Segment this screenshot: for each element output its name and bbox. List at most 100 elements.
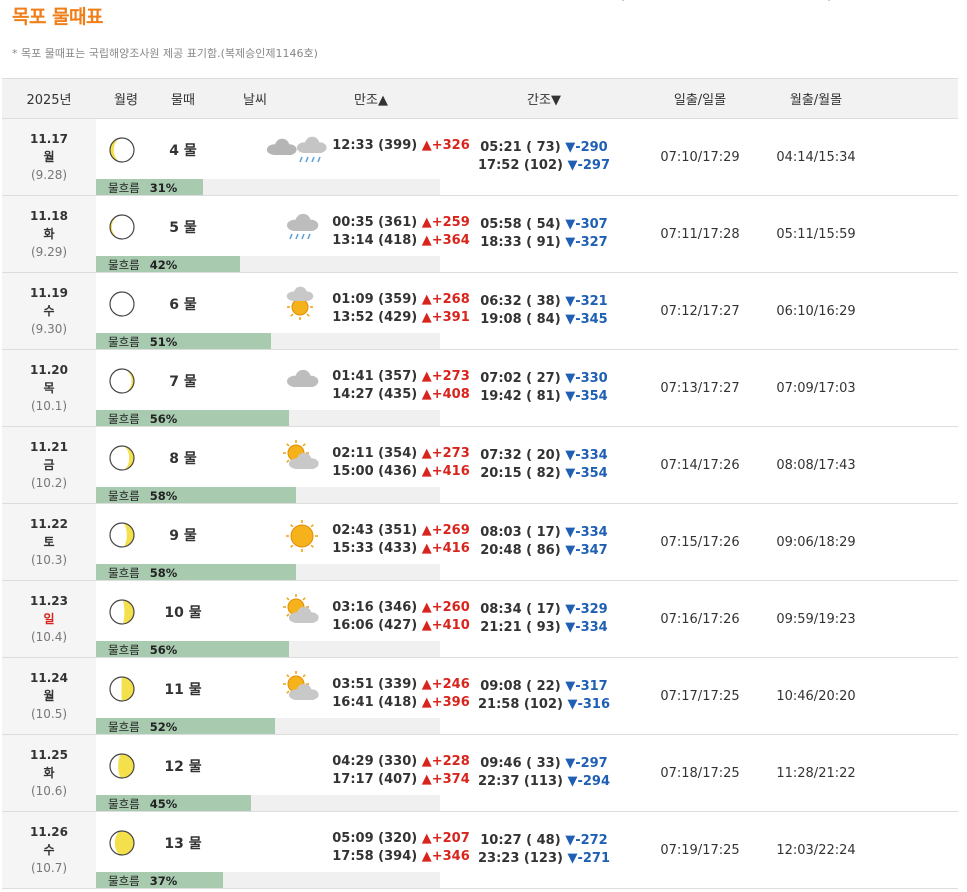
moon-phase-icon — [109, 368, 135, 398]
low-tide-line: 17:52 (102) ▼-297 — [478, 158, 610, 173]
table-row: 11.24 월 (10.5) 11 물 03:51 (339) ▲+246 16:… — [2, 657, 958, 735]
mulddae: 7 물 — [169, 374, 197, 390]
row-main: 8 물 02:11 (354) ▲+273 15:00 (436) ▲+416 물… — [96, 426, 470, 504]
date-cell: 11.22 토 (10.3) — [2, 503, 96, 581]
table-row: 11.18 화 (9.29) 5 물 00:35 (361) ▲+259 13:1… — [2, 195, 958, 273]
sunrise-sunset: 07:13/17:27 — [646, 349, 754, 427]
high-tide-line: 01:09 (359) ▲+268 — [332, 292, 470, 307]
date: 11.17 — [30, 132, 68, 146]
tide-table: 2025년 월령 물때 날씨 만조▲ 간조▼ 일출/일몰 월출/월몰 11.17… — [2, 78, 958, 889]
high-tide-line: 13:14 (418) ▲+364 — [332, 233, 470, 248]
high-tide-cell: 01:09 (359) ▲+268 13:52 (429) ▲+391 — [296, 291, 506, 327]
sunrise-sunset: 07:19/17:25 — [646, 811, 754, 889]
sunrise-sunset: 07:17/17:25 — [646, 657, 754, 735]
flow-bar: 물흐름 37% — [96, 872, 440, 888]
weather-empty — [226, 824, 306, 860]
flow-value: 52% — [149, 720, 178, 734]
high-tide-line: 16:06 (427) ▲+410 — [332, 618, 470, 633]
header-moon: 월령 — [96, 78, 156, 119]
weekday: 월 — [43, 150, 55, 164]
flow-value: 51% — [149, 335, 178, 349]
row-spacer — [878, 811, 958, 889]
flow-label: 물흐름 — [108, 335, 140, 349]
row-main: 4 물 12:33 (399) ▲+326 물흐름 31% — [96, 118, 470, 196]
row-spacer — [878, 118, 958, 196]
date: 11.21 — [30, 440, 68, 454]
mulddae: 12 물 — [164, 759, 202, 775]
weekday: 수 — [43, 304, 55, 318]
weekday: 화 — [43, 766, 55, 780]
row-main: 12 물 04:29 (330) ▲+228 17:17 (407) ▲+374 … — [96, 734, 470, 812]
date-cell: 11.25 화 (10.6) — [2, 734, 96, 812]
moon-phase-icon — [109, 137, 135, 167]
date: 11.22 — [30, 517, 68, 531]
row-main: 9 물 02:43 (351) ▲+269 15:33 (433) ▲+416 물… — [96, 503, 470, 581]
mulddae: 6 물 — [169, 297, 197, 313]
lunar-date: (10.4) — [30, 630, 68, 644]
flow-bar: 물흐름 51% — [96, 333, 440, 349]
flow-label: 물흐름 — [108, 566, 140, 580]
row-spacer — [878, 503, 958, 581]
lunar-date: (9.30) — [30, 322, 68, 336]
flow-bar: 물흐름 52% — [96, 718, 440, 734]
flow-bar: 물흐름 31% — [96, 179, 440, 195]
row-spacer — [878, 195, 958, 273]
header-year: 2025년 — [2, 78, 96, 119]
flow-label: 물흐름 — [108, 797, 140, 811]
high-tide-line: 12:33 (399) ▲+326 — [332, 138, 470, 153]
date-cell: 11.21 금 (10.2) — [2, 426, 96, 504]
lunar-date: (10.1) — [30, 399, 68, 413]
weekday: 월 — [43, 689, 55, 703]
flow-bar: 물흐름 45% — [96, 795, 440, 811]
weekday: 수 — [43, 843, 55, 857]
high-tide-cell: 04:29 (330) ▲+228 17:17 (407) ▲+374 — [296, 753, 506, 789]
mulddae: 10 물 — [164, 605, 202, 621]
weekday: 금 — [43, 458, 55, 472]
page-title: 목포 물때표 — [12, 6, 104, 28]
weather-empty — [226, 747, 306, 783]
flow-value: 31% — [149, 181, 178, 195]
flow-bar: 물흐름 56% — [96, 641, 440, 657]
flow-value: 37% — [149, 874, 178, 888]
date: 11.26 — [30, 825, 68, 839]
date-cell: 11.18 화 (9.29) — [2, 195, 96, 273]
flow-value: 56% — [149, 412, 178, 426]
date-cell: 11.26 수 (10.7) — [2, 811, 96, 889]
date-cell: 11.17 월 (9.28) — [2, 118, 96, 196]
lunar-date: (10.7) — [30, 861, 68, 875]
flow-bar: 물흐름 42% — [96, 256, 440, 272]
header-moonrise: 월출/월몰 — [754, 78, 878, 119]
table-header: 2025년 월령 물때 날씨 만조▲ 간조▼ 일출/일몰 월출/월몰 — [2, 78, 958, 119]
mulddae: 8 물 — [169, 451, 197, 467]
moonrise-moonset: 09:59/19:23 — [754, 580, 878, 658]
high-tide-cell: 00:35 (361) ▲+259 13:14 (418) ▲+364 — [296, 214, 506, 250]
row-main: 5 물 00:35 (361) ▲+259 13:14 (418) ▲+364 물… — [96, 195, 470, 273]
weekday: 목 — [43, 381, 55, 395]
moon-phase-icon — [109, 830, 135, 860]
lunar-date: (9.29) — [30, 245, 68, 259]
sunrise-sunset: 07:14/17:26 — [646, 426, 754, 504]
rain-icon — [226, 208, 319, 244]
flow-value: 58% — [149, 489, 178, 503]
moonrise-moonset: 06:10/16:29 — [754, 272, 878, 350]
mulddae: 13 물 — [164, 836, 202, 852]
high-tide-line: 17:58 (394) ▲+346 — [332, 849, 470, 864]
high-tide-line: 01:41 (357) ▲+273 — [332, 369, 470, 384]
cloud-icon — [226, 362, 319, 398]
moonrise-moonset: 07:09/17:03 — [754, 349, 878, 427]
date: 11.20 — [30, 363, 68, 377]
high-tide-line: 03:51 (339) ▲+246 — [332, 677, 470, 692]
sun-behind-cloud-icon — [226, 439, 319, 475]
row-main: 13 물 05:09 (320) ▲+207 17:58 (394) ▲+346 … — [96, 811, 470, 889]
sun-behind-cloud-icon — [226, 670, 319, 706]
date: 11.19 — [30, 286, 68, 300]
sunrise-sunset: 07:12/17:27 — [646, 272, 754, 350]
row-spacer — [878, 580, 958, 658]
sunrise-sunset: 07:16/17:26 — [646, 580, 754, 658]
mulddae: 11 물 — [164, 682, 202, 698]
high-tide-line: 05:09 (320) ▲+207 — [332, 831, 470, 846]
moon-phase-icon — [109, 214, 135, 244]
high-tide-line: 15:33 (433) ▲+416 — [332, 541, 470, 556]
flow-bar: 물흐름 56% — [96, 410, 440, 426]
high-tide-cell: 12:33 (399) ▲+326 — [296, 137, 506, 155]
